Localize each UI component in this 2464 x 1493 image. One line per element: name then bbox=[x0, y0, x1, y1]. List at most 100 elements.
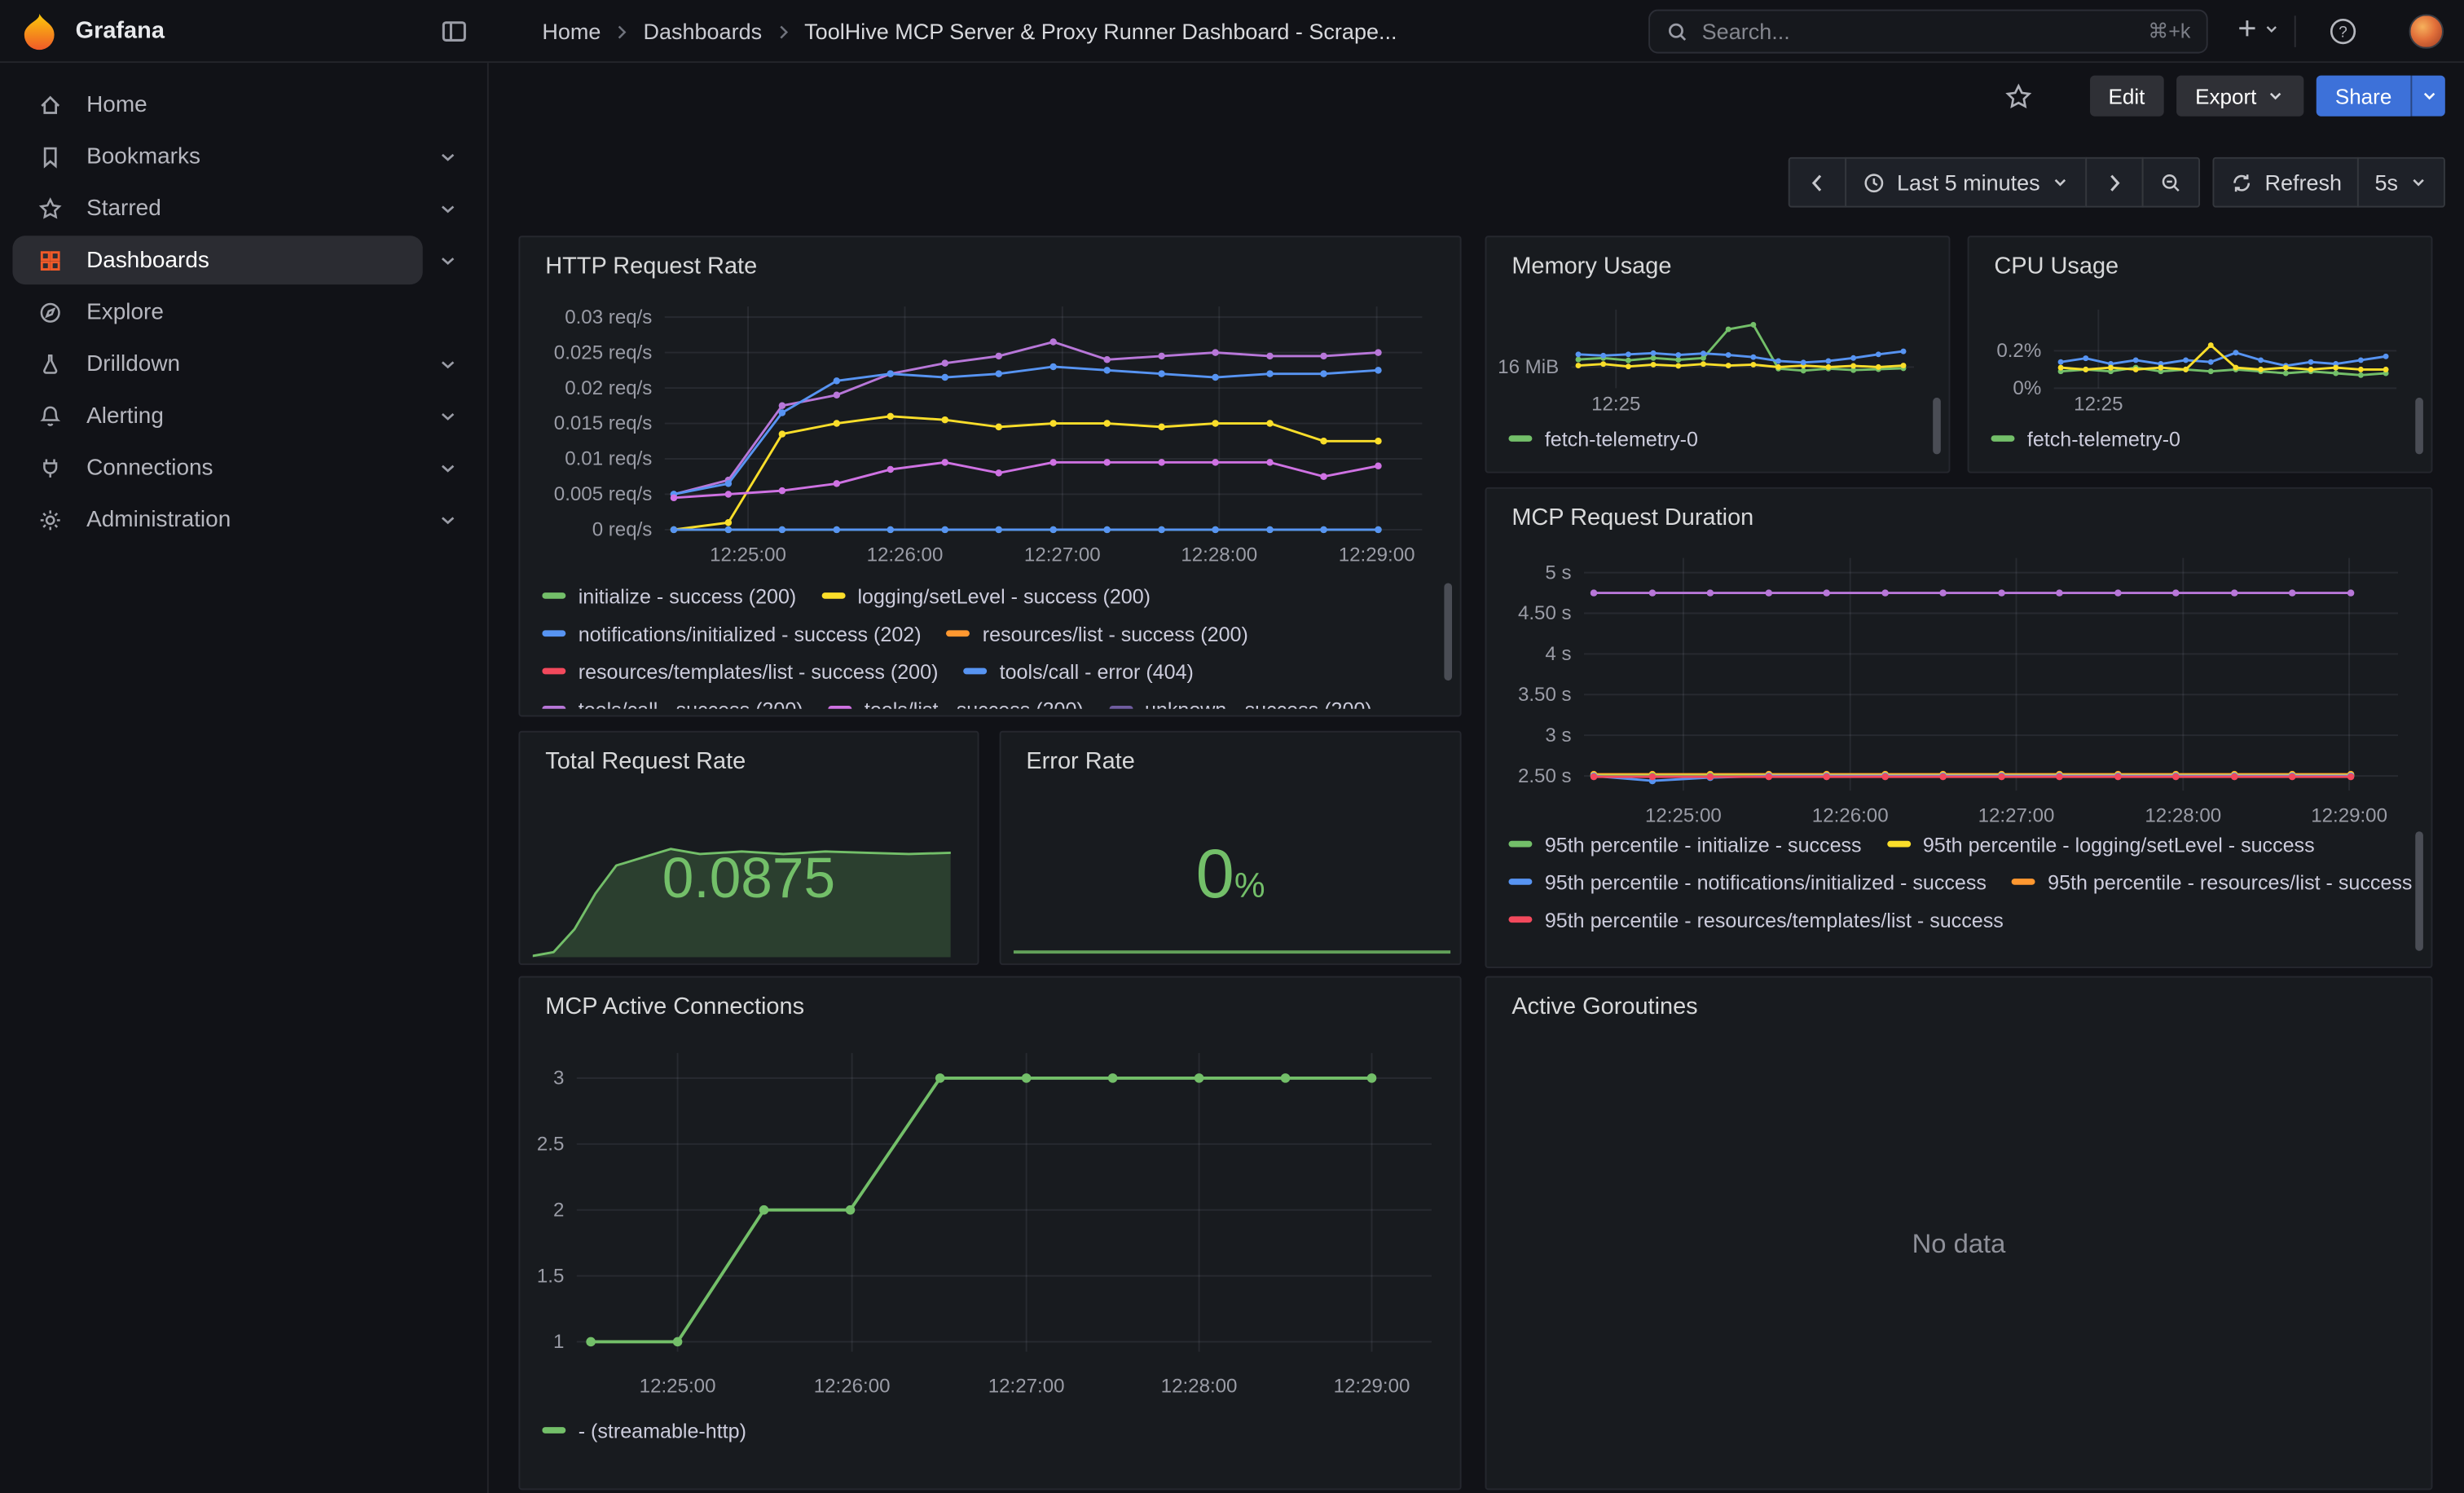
help-icon[interactable]: ? bbox=[2327, 15, 2359, 47]
chevron-down-icon[interactable] bbox=[437, 145, 459, 167]
time-range-picker[interactable]: Last 5 minutes bbox=[1845, 157, 2087, 208]
sidebar-item-connections[interactable]: Connections bbox=[12, 442, 474, 494]
sidebar-item-administration[interactable]: Administration bbox=[12, 494, 474, 546]
legend-item[interactable]: tools/call - error (404) bbox=[963, 652, 1194, 689]
legend-item[interactable]: resources/list - success (200) bbox=[946, 614, 1247, 652]
legend-item[interactable]: 95th percentile - resources/list - succe… bbox=[2012, 863, 2413, 901]
sidebar-item-explore[interactable]: Explore bbox=[12, 286, 474, 338]
plus-icon bbox=[2234, 15, 2259, 41]
panel-legend: - (streamable-http) bbox=[542, 1412, 1422, 1452]
legend-item[interactable]: 95th percentile - notifications/initiali… bbox=[1508, 863, 1986, 901]
share-button[interactable]: Share bbox=[2317, 76, 2411, 117]
chevron-down-icon[interactable] bbox=[437, 353, 459, 375]
svg-text:12:28:00: 12:28:00 bbox=[2145, 805, 2221, 827]
panel-title[interactable]: Active Goroutines bbox=[1511, 993, 1697, 1020]
chevron-down-icon bbox=[2051, 173, 2070, 192]
sidebar-item-bookmarks[interactable]: Bookmarks bbox=[12, 130, 474, 183]
svg-text:12:26:00: 12:26:00 bbox=[814, 1376, 891, 1398]
svg-text:12:25: 12:25 bbox=[1591, 393, 1640, 415]
sidebar-item-home[interactable]: Home bbox=[12, 78, 474, 130]
legend-label: fetch-telemetry-0 bbox=[1545, 427, 1698, 451]
panel-title[interactable]: MCP Active Connections bbox=[545, 993, 804, 1020]
sidebar-item-starred[interactable]: Starred bbox=[12, 183, 474, 235]
export-button[interactable]: Export bbox=[2176, 76, 2303, 117]
legend-item[interactable]: 95th percentile - logging/setLevel - suc… bbox=[1886, 826, 2314, 863]
panel-legend: initialize - success (200) logging/setLev… bbox=[542, 577, 1441, 709]
time-series-chart[interactable]: 0.2%0%12:25 bbox=[1982, 303, 2409, 416]
legend-item[interactable]: tools/list - success (200) bbox=[828, 690, 1083, 709]
time-range-group: Last 5 minutes bbox=[1789, 157, 2200, 208]
search-input-wrap[interactable]: ⌘+k bbox=[1648, 10, 2208, 54]
legend-scrollbar[interactable] bbox=[1933, 398, 1941, 454]
legend-item[interactable]: fetch-telemetry-0 bbox=[1508, 420, 1697, 457]
new-menu-button[interactable] bbox=[2234, 15, 2280, 41]
grafana-logo-icon[interactable] bbox=[19, 11, 59, 52]
time-series-chart[interactable]: 0.03 req/s0.025 req/s0.02 req/s0.015 req… bbox=[530, 297, 1444, 568]
legend-item[interactable]: 95th percentile - initialize - success bbox=[1508, 826, 1861, 863]
legend-scrollbar[interactable] bbox=[2415, 831, 2423, 951]
legend-item[interactable]: notifications/initialized - success (202… bbox=[542, 614, 921, 652]
chevron-down-icon[interactable] bbox=[437, 509, 459, 531]
breadcrumb-home[interactable]: Home bbox=[542, 19, 601, 44]
svg-text:2: 2 bbox=[553, 1199, 564, 1221]
chevron-down-icon bbox=[2409, 173, 2428, 192]
time-series-chart[interactable]: 5 s4.50 s4 s3.50 s3 s2.50 s12:25:0012:26… bbox=[1499, 545, 2420, 828]
legend-marker bbox=[1886, 841, 1910, 848]
sidebar-item-alerting[interactable]: Alerting bbox=[12, 390, 474, 442]
svg-text:0 req/s: 0 req/s bbox=[592, 519, 653, 541]
chevron-down-icon[interactable] bbox=[437, 249, 459, 271]
chevron-down-icon[interactable] bbox=[437, 197, 459, 219]
chevron-down-icon[interactable] bbox=[437, 405, 459, 427]
panel-title[interactable]: Memory Usage bbox=[1511, 253, 1671, 280]
legend-item[interactable]: unknown - success (200) bbox=[1109, 690, 1372, 709]
bell-icon bbox=[37, 403, 63, 429]
nav-sidebar: Home Bookmarks Starred Dashboards bbox=[0, 63, 489, 1493]
time-series-chart[interactable]: 16 MiB12:25 bbox=[1499, 303, 1927, 416]
legend-item[interactable]: - (streamable-http) bbox=[542, 1412, 746, 1449]
compass-icon bbox=[37, 299, 63, 324]
panel-title[interactable]: CPU Usage bbox=[1994, 253, 2119, 280]
apps-icon bbox=[37, 248, 63, 273]
edit-button[interactable]: Edit bbox=[2089, 76, 2163, 117]
svg-text:3: 3 bbox=[553, 1068, 564, 1090]
sidebar-toggle-icon[interactable] bbox=[440, 17, 469, 46]
panel-error-rate: Error Rate 0% bbox=[1000, 731, 1462, 965]
legend-label: 95th percentile - notifications/initiali… bbox=[1545, 870, 1987, 893]
refresh-interval-picker[interactable]: 5s bbox=[2357, 157, 2445, 208]
sidebar-item-label: Administration bbox=[86, 507, 231, 532]
sidebar-item-dashboards[interactable]: Dashboards bbox=[12, 234, 474, 286]
chevron-down-icon[interactable] bbox=[437, 456, 459, 478]
refresh-button[interactable]: Refresh bbox=[2213, 157, 2359, 208]
legend-scrollbar[interactable] bbox=[1444, 584, 1452, 681]
panel-title[interactable]: MCP Request Duration bbox=[1511, 504, 1753, 531]
refresh-group: Refresh 5s bbox=[2213, 157, 2445, 208]
search-input[interactable] bbox=[1702, 19, 2136, 44]
time-shift-forward-button[interactable] bbox=[2086, 157, 2144, 208]
export-label: Export bbox=[2195, 84, 2256, 108]
legend-scrollbar[interactable] bbox=[2415, 398, 2423, 454]
favorite-star-icon[interactable] bbox=[2005, 83, 2032, 110]
legend-item[interactable]: resources/templates/list - success (200) bbox=[542, 652, 938, 689]
legend-item[interactable]: tools/call - success (200) bbox=[542, 690, 803, 709]
legend-item[interactable]: initialize - success (200) bbox=[542, 577, 796, 614]
panel-title[interactable]: Error Rate bbox=[1026, 748, 1134, 775]
svg-text:12:25:00: 12:25:00 bbox=[640, 1376, 716, 1398]
share-menu-button[interactable] bbox=[2410, 76, 2444, 117]
zoom-out-button[interactable] bbox=[2142, 157, 2200, 208]
svg-text:12:25:00: 12:25:00 bbox=[710, 544, 786, 566]
sidebar-item-drilldown[interactable]: Drilldown bbox=[12, 338, 474, 390]
legend-label: notifications/initialized - success (202… bbox=[579, 622, 922, 645]
bookmark-icon bbox=[37, 143, 63, 169]
legend-item[interactable]: logging/setLevel - success (200) bbox=[821, 577, 1151, 614]
panel-title[interactable]: HTTP Request Rate bbox=[545, 253, 757, 280]
nav-list: Home Bookmarks Starred Dashboards bbox=[0, 63, 487, 545]
legend-label: initialize - success (200) bbox=[579, 584, 797, 607]
legend-item[interactable]: fetch-telemetry-0 bbox=[1991, 420, 2180, 457]
user-avatar[interactable] bbox=[2409, 14, 2444, 48]
sidebar-item-label: Home bbox=[86, 92, 147, 117]
breadcrumb-dashboards[interactable]: Dashboards bbox=[643, 19, 762, 44]
time-shift-back-button[interactable] bbox=[1789, 157, 1846, 208]
panel-title[interactable]: Total Request Rate bbox=[545, 748, 746, 775]
time-series-chart[interactable]: 32.521.5112:25:0012:26:0012:27:0012:28:0… bbox=[533, 1041, 1450, 1399]
legend-item[interactable]: 95th percentile - resources/templates/li… bbox=[1508, 901, 2003, 938]
